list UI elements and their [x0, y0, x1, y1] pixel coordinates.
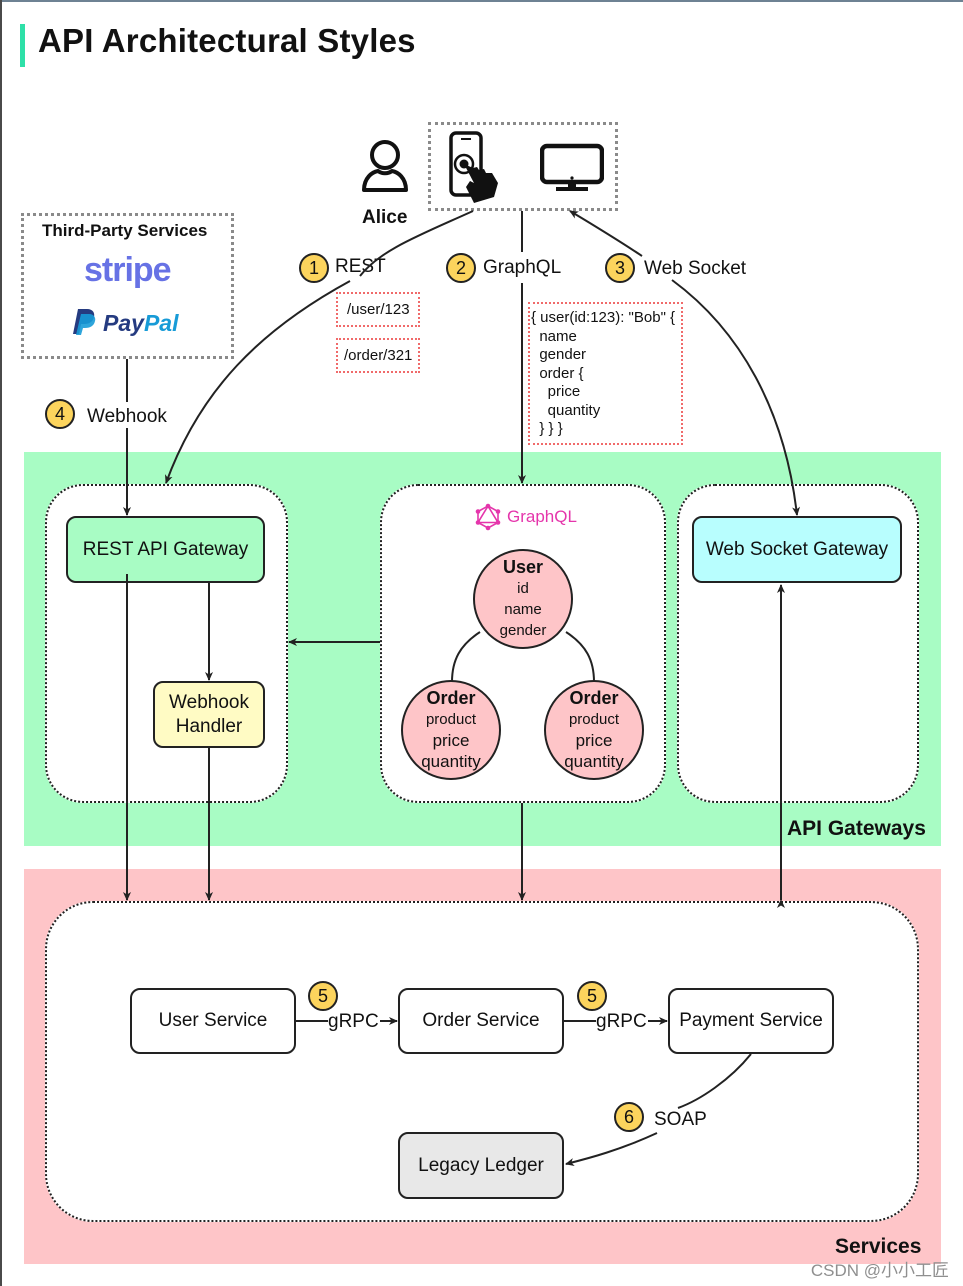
- step-badge-5: 5: [577, 981, 607, 1011]
- schema-order-title: Order: [426, 688, 476, 708]
- window-left-border: [0, 0, 2, 1286]
- graphql-query-text: { user(id:123): "Bob" { name gender orde…: [531, 309, 676, 437]
- schema-order-field: quantity: [421, 752, 481, 771]
- payment-service-node[interactable]: Payment Service: [668, 988, 834, 1054]
- title-accent-bar: [20, 24, 25, 67]
- person-icon: [358, 138, 412, 194]
- grpc-label: gRPC: [327, 1011, 380, 1033]
- graphql-logo-text: GraphQL: [507, 507, 577, 526]
- schema-user-node[interactable]: User id name gender: [473, 549, 573, 649]
- stripe-logo: stripe: [84, 251, 172, 289]
- schema-user-field: name: [504, 601, 542, 618]
- user-service-node[interactable]: User Service: [130, 988, 296, 1054]
- webhook-handler-node[interactable]: Webhook Handler: [153, 681, 265, 748]
- schema-order-node[interactable]: Order product price quantity: [401, 680, 501, 780]
- schema-user-field: id: [517, 580, 529, 597]
- user-name-alice: Alice: [362, 207, 408, 228]
- api-gateways-zone-label: API Gateways: [787, 817, 926, 840]
- rest-example-user: /user/123: [336, 292, 420, 327]
- webhook-label: Webhook: [87, 406, 167, 427]
- schema-order-field: price: [432, 731, 470, 750]
- paypal-p-icon: [72, 308, 96, 336]
- schema-user-field: gender: [499, 622, 547, 639]
- window-top-border: [0, 0, 963, 2]
- rest-label: REST: [335, 256, 386, 277]
- desktop-monitor-icon[interactable]: [539, 142, 605, 194]
- csdn-watermark: CSDN @小小工匠: [810, 1261, 949, 1280]
- websocket-arrow-up: [569, 210, 643, 257]
- step-badge-6: 6: [614, 1102, 644, 1132]
- rest-api-gateway-node[interactable]: REST API Gateway: [66, 516, 265, 583]
- websocket-gateway-node[interactable]: Web Socket Gateway: [692, 516, 902, 583]
- schema-user-title: User: [502, 557, 544, 577]
- schema-order-node[interactable]: Order product price quantity: [544, 680, 644, 780]
- rest-example-order: /order/321: [336, 338, 420, 373]
- grpc-label: gRPC: [595, 1011, 648, 1033]
- step-badge-3: 3: [605, 253, 635, 283]
- step-badge-4: 4: [45, 399, 75, 429]
- schema-order-title: Order: [569, 688, 619, 708]
- smartphone-touch-icon[interactable]: [444, 131, 502, 207]
- step-badge-5: 5: [308, 981, 338, 1011]
- legacy-ledger-node[interactable]: Legacy Ledger: [398, 1132, 564, 1199]
- schema-order-field: price: [575, 731, 613, 750]
- websocket-label: Web Socket: [644, 258, 747, 279]
- graphql-logo-icon: [474, 503, 502, 531]
- step-badge-2: 2: [446, 253, 476, 283]
- graphql-label: GraphQL: [483, 257, 562, 278]
- schema-order-field: product: [425, 711, 477, 728]
- order-service-node[interactable]: Order Service: [398, 988, 564, 1054]
- schema-order-field: quantity: [564, 752, 624, 771]
- step-badge-1: 1: [299, 253, 329, 283]
- page-title: API Architectural Styles: [38, 22, 416, 59]
- third-party-services-title: Third-Party Services: [42, 221, 208, 240]
- soap-label: SOAP: [654, 1109, 707, 1130]
- paypal-logo: PayPal: [103, 310, 179, 336]
- schema-order-field: product: [568, 711, 620, 728]
